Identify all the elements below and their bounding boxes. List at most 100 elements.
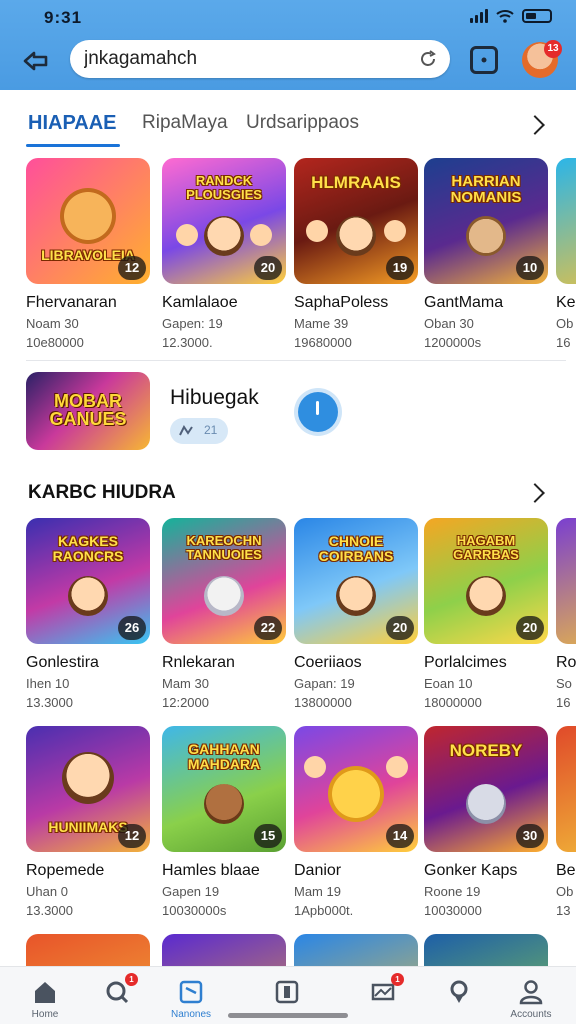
status-time: 9:31 bbox=[44, 8, 83, 27]
game-sub: Mame 39 bbox=[294, 316, 349, 331]
thumbnail-title: HARRIAN NOMANIS bbox=[450, 173, 522, 206]
game-name: GantMama bbox=[424, 294, 504, 311]
game-sub: Roone 19 bbox=[424, 884, 481, 899]
game-card[interactable]: Ro So 16 bbox=[556, 518, 576, 710]
game-thumbnail bbox=[556, 518, 576, 644]
game-card[interactable]: CHNOIE COIRBANS 20 Coeriiaos Gapan: 19 1… bbox=[294, 518, 418, 710]
person-icon bbox=[518, 979, 544, 1005]
tab-bar: HIAPAAE RipaMaya Urdsarippaos bbox=[0, 104, 576, 150]
game-card[interactable]: NOREBY 30 Gonker Kaps Roone 19 10030000 bbox=[424, 726, 548, 918]
search-input[interactable] bbox=[84, 48, 404, 70]
game-card[interactable]: KAREOCHN TANNUOIES 22 Rnlekaran Mam 30 1… bbox=[162, 518, 286, 710]
game-card[interactable]: HAGABM GARRBAS 20 Porlalcimes Eoan 10 18… bbox=[424, 518, 548, 710]
game-meta: 13.3000 bbox=[26, 695, 73, 710]
game-card[interactable] bbox=[162, 934, 286, 966]
nav-accounts[interactable]: Accounts bbox=[495, 973, 567, 1020]
app-screen: 9:31 13 HIAPAAE RipaMaya Urdsarippaos bbox=[0, 0, 576, 1024]
search-row: 13 bbox=[0, 40, 576, 82]
thumbnail-title: CHNOIE COIRBANS bbox=[318, 533, 394, 564]
game-card[interactable]: Be Ob 13 bbox=[556, 726, 576, 918]
status-bar: 9:31 bbox=[0, 6, 576, 28]
nav-location[interactable] bbox=[423, 973, 495, 1009]
tabs-more-chevron-icon[interactable] bbox=[525, 115, 545, 135]
game-card[interactable]: HUNIIMAKS 12 Ropemede Uhan 0 13.3000 bbox=[26, 726, 150, 918]
refresh-icon[interactable] bbox=[418, 49, 438, 69]
home-indicator bbox=[228, 1013, 348, 1018]
signal-icon bbox=[470, 9, 488, 23]
section-more-chevron-icon[interactable] bbox=[525, 483, 545, 503]
featured-pill[interactable]: 21 bbox=[170, 418, 228, 444]
game-meta: 10e80000 bbox=[26, 335, 84, 350]
game-meta: 16 bbox=[556, 695, 571, 710]
game-thumbnail bbox=[162, 934, 286, 966]
avatar[interactable]: 13 bbox=[522, 40, 562, 78]
rating-badge: 19 bbox=[386, 256, 414, 280]
status-indicators bbox=[470, 9, 552, 23]
tabs-button[interactable] bbox=[470, 46, 498, 74]
game-sub: Noam 30 bbox=[26, 316, 79, 331]
game-card[interactable]: HLMRAAIS 19 SaphaPoless Mame 39 19680000 bbox=[294, 158, 418, 350]
featured-play-button[interactable] bbox=[298, 392, 338, 432]
game-thumbnail bbox=[424, 934, 548, 966]
game-card[interactable]: KAGKES RAONCRS 26 Gonlestira Ihen 10 13.… bbox=[26, 518, 150, 710]
rating-badge: 10 bbox=[516, 256, 544, 280]
tab-urdsarippaos[interactable]: Urdsarippaos bbox=[246, 112, 359, 134]
game-thumbnail: KAREOCHN TANNUOIES 22 bbox=[162, 518, 286, 644]
rating-badge: 26 bbox=[118, 616, 146, 640]
game-card[interactable]: HARRIAN NOMANIS 10 GantMama Oban 30 1200… bbox=[424, 158, 548, 350]
featured-title: Hibuegak bbox=[170, 386, 259, 409]
game-card[interactable] bbox=[424, 934, 548, 966]
nav-home[interactable]: Home bbox=[9, 973, 81, 1020]
game-sub: Mam 19 bbox=[294, 884, 341, 899]
rating-badge: 12 bbox=[118, 824, 146, 848]
game-sub: Oban 30 bbox=[424, 316, 474, 331]
rating-badge: 15 bbox=[254, 824, 282, 848]
game-card[interactable]: GAHHAAN MAHDARA 15 Hamles blaae Gapen 19… bbox=[162, 726, 286, 918]
tab-hiapaae[interactable]: HIAPAAE bbox=[28, 112, 117, 135]
nav-label: Home bbox=[31, 1009, 59, 1020]
game-card[interactable] bbox=[26, 934, 150, 966]
nav-messages[interactable]: 1 bbox=[347, 973, 419, 1009]
game-name: Gonker Kaps bbox=[424, 862, 518, 879]
back-button[interactable] bbox=[20, 46, 54, 76]
rating-badge: 14 bbox=[386, 824, 414, 848]
nav-games[interactable]: Nanones bbox=[155, 973, 227, 1020]
thumbnail-title: NOREBY bbox=[449, 741, 523, 760]
game-thumbnail: HARRIAN NOMANIS 10 bbox=[424, 158, 548, 284]
game-sub: So bbox=[556, 676, 572, 691]
game-thumbnail: CHNOIE COIRBANS 20 bbox=[294, 518, 418, 644]
game-sub: Ihen 10 bbox=[26, 676, 70, 691]
home-icon bbox=[32, 979, 58, 1005]
game-card[interactable]: RANDCK PLOUSGIES 20 Kamlalaoe Gapen: 19 … bbox=[162, 158, 286, 350]
game-thumbnail: HAGABM GARRBAS 20 bbox=[424, 518, 548, 644]
nav-library[interactable] bbox=[251, 973, 323, 1009]
nav-badge: 1 bbox=[391, 973, 404, 986]
game-thumbnail: GAHHAAN MAHDARA 15 bbox=[162, 726, 286, 852]
nav-search[interactable]: 1 bbox=[81, 973, 153, 1009]
rating-badge: 12 bbox=[118, 256, 146, 280]
game-card[interactable]: Ke Ob 16 bbox=[556, 158, 576, 350]
game-thumbnail: NOREBY 30 bbox=[424, 726, 548, 852]
tab-ripamaya[interactable]: RipaMaya bbox=[142, 112, 228, 134]
game-meta: 1200000s bbox=[424, 335, 482, 350]
game-name: Gonlestira bbox=[26, 654, 99, 671]
battery-icon bbox=[522, 9, 552, 23]
game-card[interactable]: 14 Danior Mam 19 1Apb000t. bbox=[294, 726, 418, 918]
featured-item[interactable]: MOBAR GANUES Hibuegak 21 bbox=[0, 370, 576, 454]
game-card[interactable]: LIBRAVOLEIA 12 Fhervanaran Noam 30 10e80… bbox=[26, 158, 150, 350]
game-sub: Ob bbox=[556, 316, 574, 331]
game-name: Hamles blaae bbox=[162, 862, 260, 879]
game-card[interactable] bbox=[294, 934, 418, 966]
game-name: SaphaPoless bbox=[294, 294, 389, 311]
game-meta: 10030000 bbox=[424, 903, 482, 918]
nav-label: Accounts bbox=[510, 1009, 552, 1020]
game-name: Fhervanaran bbox=[26, 294, 117, 311]
game-name: Porlalcimes bbox=[424, 654, 507, 671]
game-thumbnail bbox=[26, 934, 150, 966]
avatar-badge: 13 bbox=[544, 40, 562, 58]
rating-badge: 30 bbox=[516, 824, 544, 848]
game-row-4 bbox=[0, 934, 576, 966]
game-meta: 12:2000 bbox=[162, 695, 209, 710]
library-icon bbox=[274, 979, 300, 1005]
game-thumbnail: KAGKES RAONCRS 26 bbox=[26, 518, 150, 644]
